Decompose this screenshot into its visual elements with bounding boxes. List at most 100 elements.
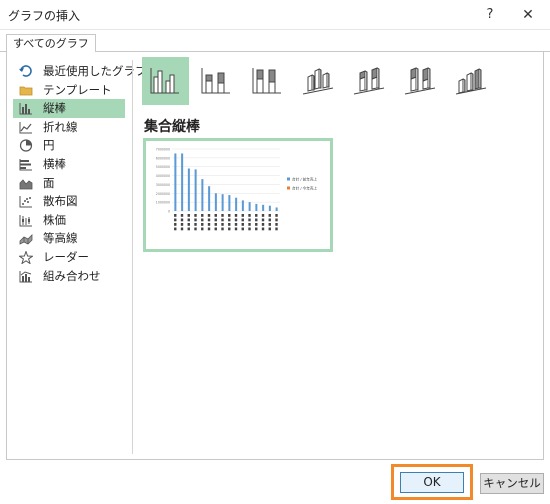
x-tick-label [214,223,217,226]
x-tick-label [268,227,271,231]
x-tick-label [255,218,258,222]
chart-type-list: 最近使用したグラフ テンプレート 縦棒 折れ線 円 横棒 面 散布図 株価 等高… [7,62,147,286]
sidebar-item-stock[interactable]: 株価 [7,211,125,230]
x-tick-label [261,227,265,231]
preview-bar [201,179,204,211]
x-tick-label [201,218,204,222]
sidebar-item-scatter[interactable]: 散布図 [7,192,125,211]
3d-clustered-column-icon [302,68,334,95]
preview-bar [248,202,251,211]
x-tick-label [207,214,211,217]
sidebar-item-line[interactable]: 折れ線 [7,118,125,137]
ok-button[interactable]: OK [400,472,464,493]
subtype-clustered-column[interactable] [142,57,189,105]
sidebar-item-radar[interactable]: レーダー [7,248,125,267]
x-tick-label [214,214,217,217]
stock-chart-icon [19,214,32,227]
x-tick-label [187,223,190,226]
preview-bar [181,153,184,211]
tab-all-charts[interactable]: すべてのグラフ [6,34,96,53]
x-tick-label [221,223,224,226]
x-tick-label [194,218,197,222]
sidebar-item-combo[interactable]: 組み合わせ [7,267,125,286]
x-tick-label [275,214,278,217]
x-tick-label [228,214,231,217]
x-tick-label [234,227,238,231]
preview-bar [214,193,217,211]
x-tick-label [221,227,224,231]
x-tick-label [207,218,211,222]
sidebar-item-label: 等高線 [43,231,78,246]
chart-preview[interactable]: 7000000 6000000 5000000 4000000 3000000 20000… [143,138,333,252]
x-tick-label [275,218,278,222]
subtype-100-stacked-column[interactable] [244,57,291,105]
recent-icon [19,65,32,77]
dialog-title: グラフの挿入 [8,9,81,23]
column-chart-icon [19,103,32,115]
line-chart-icon [19,121,32,134]
preview-bar [174,153,177,211]
pane-divider [132,60,133,454]
radar-chart-icon [19,250,33,264]
x-tick-label [248,227,251,231]
x-tick-label [180,223,184,226]
help-button[interactable]: ? [478,3,502,27]
3d-100-stacked-column-icon [404,67,436,95]
dialog-content: 最近使用したグラフ テンプレート 縦棒 折れ線 円 横棒 面 散布図 株価 等高… [6,52,544,460]
y-tick-label: 5000000 [156,165,170,169]
subtype-3d-column[interactable] [448,57,495,105]
ok-button-highlight: OK [391,464,473,500]
x-tick-label [248,214,251,217]
title-bar: グラフの挿入 ? ✕ [0,0,550,30]
sidebar-item-surface[interactable]: 等高線 [7,229,125,248]
legend-label: 合計 / 今年売上 [292,186,317,191]
stacked-column-icon [201,68,230,94]
sidebar-item-pie[interactable]: 円 [7,136,125,155]
legend-swatch [287,177,290,181]
sidebar-item-label: テンプレート [43,82,112,97]
x-tick-label [255,227,258,231]
sidebar-item-column[interactable]: 縦棒 [13,99,125,118]
bar-chart-icon [19,158,32,171]
sidebar-item-recent[interactable]: 最近使用したグラフ [7,62,147,81]
x-tick-label [194,223,197,226]
close-button[interactable]: ✕ [515,3,541,27]
pie-chart-icon [19,139,33,152]
chart-subtype-title: 集合縦棒 [144,119,200,135]
cancel-button[interactable]: キャンセル [480,473,544,494]
subtype-3d-clustered-column[interactable] [295,57,342,105]
x-tick-label [234,214,238,217]
preview-bar [235,197,238,211]
sidebar-item-area[interactable]: 面 [7,174,125,193]
x-tick-label [221,214,224,217]
sidebar-item-template[interactable]: テンプレート [7,81,125,100]
combo-chart-icon [19,270,32,283]
x-tick-label [261,223,265,226]
subtype-stacked-column[interactable] [193,57,240,105]
subtype-3d-100-stacked-column[interactable] [397,57,444,105]
x-tick-label [214,218,217,222]
x-tick-label [201,227,204,231]
sidebar-item-bar[interactable]: 横棒 [7,155,125,174]
clustered-column-icon [150,68,179,94]
x-tick-label [180,227,184,231]
x-tick-label [241,214,244,217]
preview-bar [275,207,278,211]
x-tick-label [268,214,271,217]
sidebar-item-label: レーダー [43,249,89,264]
folder-icon [19,86,33,95]
x-tick-label [187,218,190,222]
x-tick-label [255,214,258,217]
preview-bar [268,205,271,211]
y-tick-label: 1000000 [156,201,170,205]
x-tick-label [241,218,244,222]
x-tick-label [187,227,190,231]
sidebar-item-label: 組み合わせ [43,268,101,283]
tab-strip: すべてのグラフ [0,30,550,53]
x-tick-label [207,223,211,226]
x-tick-label [241,227,244,231]
x-tick-label [194,214,197,217]
preview-bar [228,195,231,211]
area-chart-icon [19,178,33,189]
subtype-3d-stacked-column[interactable] [346,57,393,105]
